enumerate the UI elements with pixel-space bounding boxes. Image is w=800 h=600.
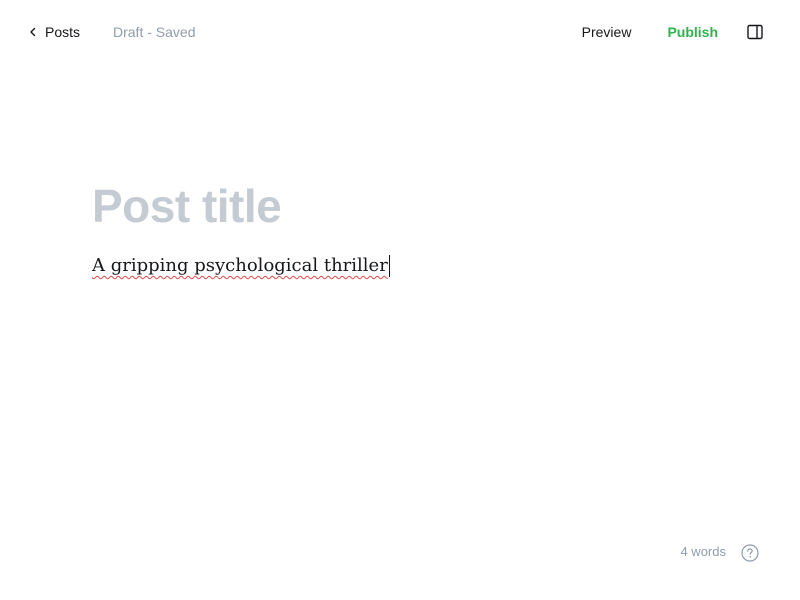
preview-button[interactable]: Preview [582,24,632,40]
sidebar-toggle-icon[interactable] [746,23,764,41]
header-actions: Preview Publish [582,20,764,44]
save-status: Draft - Saved [113,24,196,40]
text-cursor [388,255,390,277]
post-editor: Post title A gripping psychological thri… [92,172,712,280]
question-circle-icon[interactable] [741,544,759,562]
post-body-text: A gripping psychological thriller [92,255,388,276]
word-count: 4 words [680,544,726,559]
top-bar: Posts Draft - Saved Preview Publish [0,0,800,64]
publish-button[interactable]: Publish [667,24,718,40]
editor-page: Posts Draft - Saved Preview Publish Post… [0,0,800,600]
post-body-editor[interactable]: A gripping psychological thriller [92,252,712,280]
back-to-posts-link[interactable]: Posts [28,22,80,42]
back-link-label: Posts [45,24,81,40]
chevron-left-icon [28,25,37,39]
post-title-input[interactable]: Post title [92,172,712,240]
